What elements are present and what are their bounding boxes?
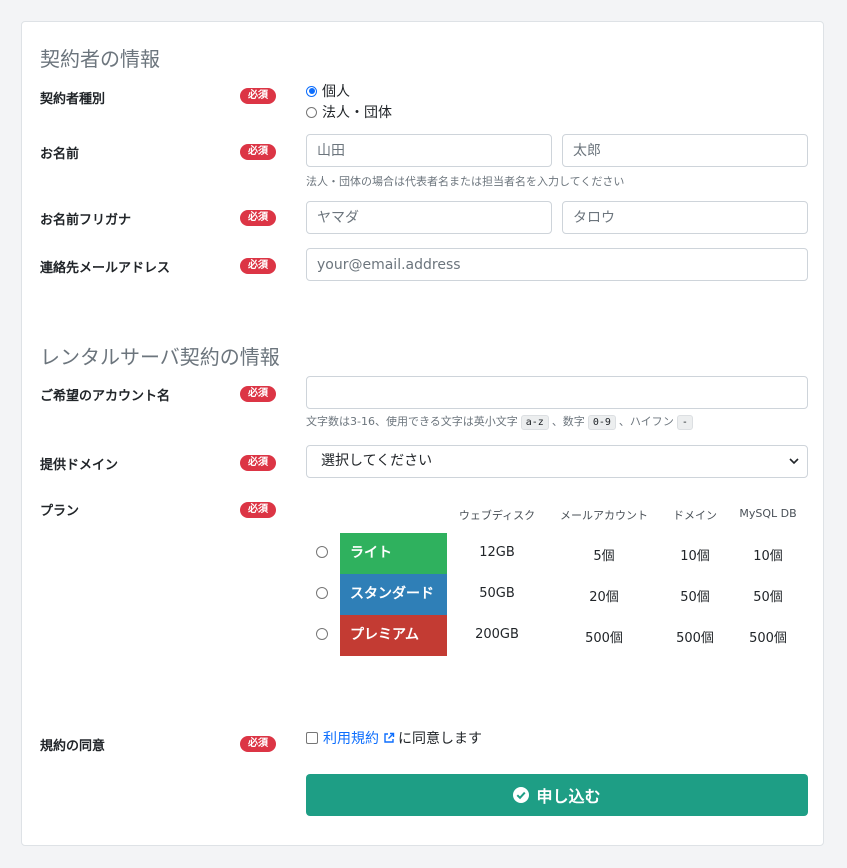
plan-cell: 5個 — [593, 549, 615, 564]
required-badge: 必須 — [240, 144, 276, 160]
plan-cell: 10個 — [753, 549, 783, 564]
plan-cell: 50個 — [753, 590, 783, 605]
plan-name-standard: スタンダード — [340, 574, 447, 615]
radio-individual-control[interactable] — [306, 85, 317, 97]
last-name-input[interactable] — [306, 134, 552, 167]
check-circle-icon — [513, 787, 530, 803]
plan-header-disk: ウェブディスク — [458, 509, 536, 522]
domain-select[interactable]: 選択してください — [306, 445, 808, 478]
plan-cell: 500個 — [676, 631, 714, 646]
plan-cell: 200GB — [475, 627, 519, 642]
account-help-mid2: 、ハイフン — [618, 415, 674, 428]
agreement-line: 利用規約 に同意します — [306, 728, 482, 748]
plan-radio-standard[interactable] — [316, 587, 328, 599]
section-title-rental: レンタルサーバ契約の情報 — [40, 345, 280, 369]
radio-corporate[interactable]: 法人・団体 — [306, 102, 392, 122]
plan-cell: 50GB — [479, 586, 515, 601]
plan-cell: 50個 — [680, 590, 710, 605]
plan-name-lite: ライト — [340, 533, 447, 574]
radio-individual[interactable]: 個人 — [306, 81, 350, 101]
plan-header-domain: ドメイン — [673, 509, 717, 522]
plan-radio-lite[interactable] — [316, 546, 328, 558]
account-help-mid1: 、数字 — [551, 415, 585, 428]
plan-radio-premium[interactable] — [316, 628, 328, 640]
last-name-kana-input[interactable] — [306, 201, 552, 234]
label-email: 連絡先メールアドレス — [40, 261, 171, 276]
label-plan: プラン — [40, 504, 80, 519]
plan-cell: 12GB — [479, 545, 515, 560]
required-badge: 必須 — [240, 736, 276, 752]
name-help-text: 法人・団体の場合は代表者名または担当者名を入力してください — [306, 175, 625, 188]
label-agreement: 規約の同意 — [40, 739, 106, 754]
external-link-icon — [384, 732, 395, 743]
required-badge: 必須 — [240, 502, 276, 518]
account-name-input[interactable] — [306, 376, 808, 409]
submit-button[interactable]: 申し込む — [306, 774, 808, 816]
label-name: お名前 — [40, 147, 80, 162]
required-badge: 必須 — [240, 258, 276, 274]
plan-name-premium: プレミアム — [340, 615, 447, 656]
plan-cell: 500個 — [585, 631, 623, 646]
account-help-text: 文字数は3-16、使用できる文字は英小文字 a-z 、数字 0-9 、ハイフン - — [306, 413, 696, 430]
plan-header-db: MySQL DB — [739, 507, 797, 520]
plan-cell: 500個 — [749, 631, 787, 646]
code-lowercase: a-z — [520, 415, 549, 430]
required-badge: 必須 — [240, 455, 276, 471]
radio-individual-label: 個人 — [322, 84, 350, 100]
agreement-suffix: に同意します — [398, 731, 482, 747]
terms-link[interactable]: 利用規約 — [323, 728, 379, 748]
radio-corporate-control[interactable] — [306, 106, 317, 118]
plan-header-mail: メールアカウント — [560, 509, 648, 522]
account-help-prefix: 文字数は3-16、使用できる文字は英小文字 — [306, 415, 518, 428]
domain-select-value: 選択してください — [321, 453, 433, 469]
submit-label: 申し込む — [536, 787, 601, 806]
plan-cell: 10個 — [680, 549, 710, 564]
label-account: ご希望のアカウント名 — [40, 389, 171, 404]
agreement-checkbox[interactable] — [306, 732, 318, 744]
required-badge: 必須 — [240, 210, 276, 226]
label-domain: 提供ドメイン — [40, 458, 119, 473]
required-badge: 必須 — [240, 88, 276, 104]
required-badge: 必須 — [240, 386, 276, 402]
email-input[interactable] — [306, 248, 808, 281]
code-hyphen: - — [676, 415, 693, 430]
first-name-input[interactable] — [562, 134, 808, 167]
code-digits: 0-9 — [587, 415, 616, 430]
first-name-kana-input[interactable] — [562, 201, 808, 234]
section-title-contractor: 契約者の情報 — [40, 47, 160, 71]
radio-corporate-label: 法人・団体 — [322, 105, 392, 121]
label-furigana: お名前フリガナ — [40, 213, 132, 228]
plan-cell: 20個 — [589, 590, 619, 605]
label-contractor-type: 契約者種別 — [40, 92, 106, 107]
chevron-down-icon — [789, 458, 799, 465]
